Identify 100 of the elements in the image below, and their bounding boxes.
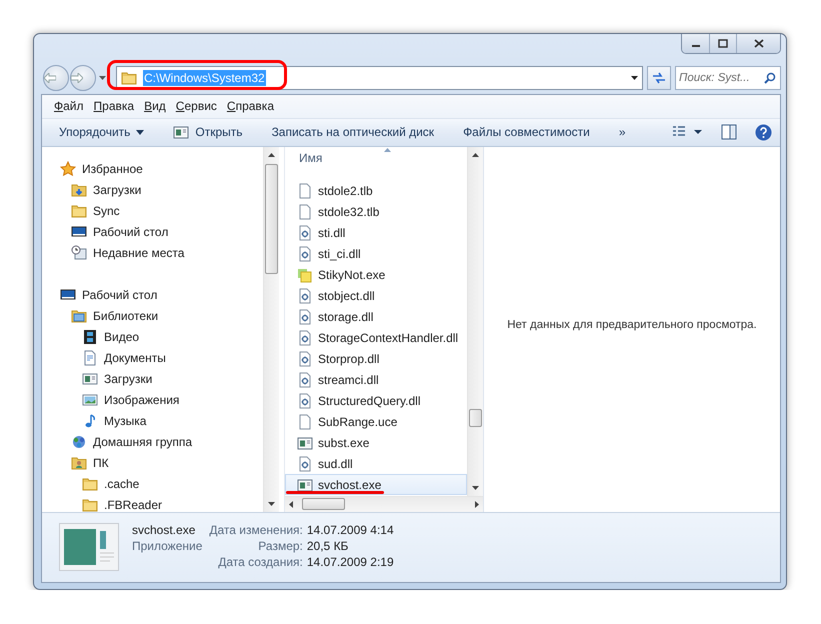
- toolbar-button[interactable]: Открыть: [166, 121, 250, 144]
- folder-icon: [71, 202, 87, 219]
- menu-item[interactable]: Вид: [139, 97, 171, 116]
- maximize-button[interactable]: [709, 34, 736, 53]
- file-row[interactable]: StorageContextHandler.dll: [285, 327, 467, 348]
- file-name: sti.dll: [318, 226, 346, 240]
- file-name: StikyNot.exe: [318, 268, 386, 282]
- horizontal-scrollbar[interactable]: [285, 496, 483, 512]
- nav-item[interactable]: Загрузки: [103, 370, 154, 387]
- file-name: svchost.exe: [132, 523, 196, 538]
- file-row[interactable]: StructuredQuery.dll: [285, 390, 467, 412]
- maximize-icon: [718, 39, 728, 48]
- application-window-icon: [297, 476, 313, 493]
- file-type: Приложение: [132, 539, 204, 554]
- nav-item[interactable]: Музыка: [103, 412, 148, 429]
- file-row[interactable]: sti.dll: [285, 222, 467, 244]
- gear-file-icon: [297, 392, 313, 409]
- folder-icon: [82, 476, 98, 492]
- menu-item[interactable]: Файл: [49, 97, 89, 116]
- help-icon[interactable]: [755, 124, 772, 141]
- clock-window-icon: [71, 244, 87, 261]
- file-row[interactable]: Storprop.dll: [285, 348, 467, 370]
- organize-menu-button[interactable]: Упорядочить: [52, 122, 152, 142]
- scroll-left-arrow-icon[interactable]: [289, 501, 293, 508]
- sticky-notes-icon: [297, 266, 313, 283]
- toolbar-button[interactable]: »: [612, 122, 633, 142]
- scroll-down-arrow-icon[interactable]: [472, 486, 479, 490]
- file-name: stobject.dll: [318, 288, 375, 303]
- nav-item[interactable]: Домашняя группа: [92, 434, 194, 450]
- nav-item[interactable]: Избранное: [81, 160, 144, 177]
- menu-item[interactable]: Справка: [222, 97, 279, 116]
- dropdown-caret-icon[interactable]: [631, 76, 638, 80]
- scrollbar-thumb[interactable]: [265, 164, 278, 274]
- search-icon[interactable]: [764, 72, 776, 84]
- nav-item[interactable]: Загрузки: [92, 182, 142, 198]
- scroll-up-arrow-icon[interactable]: [472, 153, 479, 158]
- file-name: streamci.dll: [318, 372, 379, 387]
- gear-file-icon: [297, 224, 313, 241]
- file-name: stdole2.tlb: [318, 184, 373, 198]
- refresh-button[interactable]: [647, 66, 671, 90]
- back-arrow-icon: [44, 73, 56, 83]
- nav-item[interactable]: Библиотеки: [92, 308, 160, 324]
- vertical-scrollbar[interactable]: [263, 147, 279, 512]
- file-thumbnail-icon: [59, 523, 119, 572]
- menu-item[interactable]: Сервис: [170, 97, 222, 116]
- nav-item[interactable]: .cache: [103, 476, 140, 492]
- nav-item[interactable]: Рабочий стол: [81, 286, 158, 303]
- nav-item[interactable]: Документы: [103, 350, 167, 366]
- preview-message: Нет данных для предварительного просмотра.: [507, 318, 757, 331]
- file-name: stdole32.tlb: [318, 204, 380, 219]
- file-row[interactable]: SubRange.uce: [285, 411, 467, 432]
- menu-item[interactable]: Правка: [88, 97, 140, 116]
- file-row[interactable]: subst.exe: [285, 432, 467, 454]
- forward-button[interactable]: [70, 65, 96, 91]
- scrollbar-thumb[interactable]: [469, 409, 482, 428]
- nav-item[interactable]: Изображения: [103, 392, 180, 408]
- property-value: 14.07.2009 2:19: [306, 555, 394, 570]
- view-options-icon[interactable]: [673, 126, 703, 138]
- address-path: C:\Windows\System32: [143, 70, 266, 86]
- scroll-down-arrow-icon[interactable]: [268, 502, 275, 506]
- nav-item[interactable]: Видео: [103, 328, 140, 345]
- nav-item[interactable]: Рабочий стол: [92, 224, 170, 240]
- toolbar-button[interactable]: Файлы совместимости: [456, 122, 597, 142]
- file-name: SubRange.uce: [318, 414, 398, 429]
- scroll-right-arrow-icon[interactable]: [475, 501, 479, 508]
- close-button[interactable]: [736, 34, 780, 53]
- property-value: 14.07.2009 4:14: [306, 523, 394, 538]
- close-icon: [754, 39, 764, 48]
- search-field[interactable]: Поиск: Syst...: [675, 66, 781, 90]
- minimize-button[interactable]: [682, 34, 709, 53]
- nav-item[interactable]: .FBReader: [103, 496, 164, 512]
- gear-file-icon: [297, 288, 313, 304]
- back-button[interactable]: [43, 65, 69, 91]
- toolbar-button[interactable]: Записать на оптический диск: [264, 122, 442, 142]
- scroll-up-arrow-icon[interactable]: [268, 153, 275, 158]
- column-header[interactable]: Имя: [285, 147, 467, 170]
- preview-pane-icon[interactable]: [721, 124, 737, 140]
- file-row[interactable]: StikyNot.exe: [285, 264, 467, 286]
- file-row[interactable]: sud.dll: [285, 453, 467, 474]
- history-dropdown-icon[interactable]: [99, 76, 106, 80]
- file-name: StorageContextHandler.dll: [318, 330, 458, 345]
- file-row[interactable]: sti_ci.dll: [285, 243, 467, 264]
- file-row[interactable]: stdole2.tlb: [285, 180, 467, 202]
- blank-file-icon: [297, 182, 313, 199]
- file-row[interactable]: stdole32.tlb: [285, 201, 467, 222]
- sort-arrow-icon: [384, 148, 391, 152]
- nav-item[interactable]: Sync: [92, 202, 121, 219]
- file-name: sti_ci.dll: [318, 246, 361, 261]
- file-name: svchost.exe: [318, 478, 382, 492]
- vertical-scrollbar[interactable]: [467, 147, 483, 496]
- refresh-arrows-icon: [652, 72, 666, 84]
- nav-item[interactable]: Недавние места: [92, 244, 186, 261]
- nav-item[interactable]: ПК: [92, 454, 110, 471]
- file-row[interactable]: stobject.dll: [285, 285, 467, 306]
- scrollbar-thumb[interactable]: [302, 498, 345, 510]
- file-row[interactable]: svchost.exe: [285, 474, 467, 496]
- file-row[interactable]: storage.dll: [285, 306, 467, 328]
- file-row[interactable]: streamci.dll: [285, 369, 467, 390]
- property-label: Дата изменения:: [209, 523, 303, 538]
- blank-file-icon: [297, 204, 313, 220]
